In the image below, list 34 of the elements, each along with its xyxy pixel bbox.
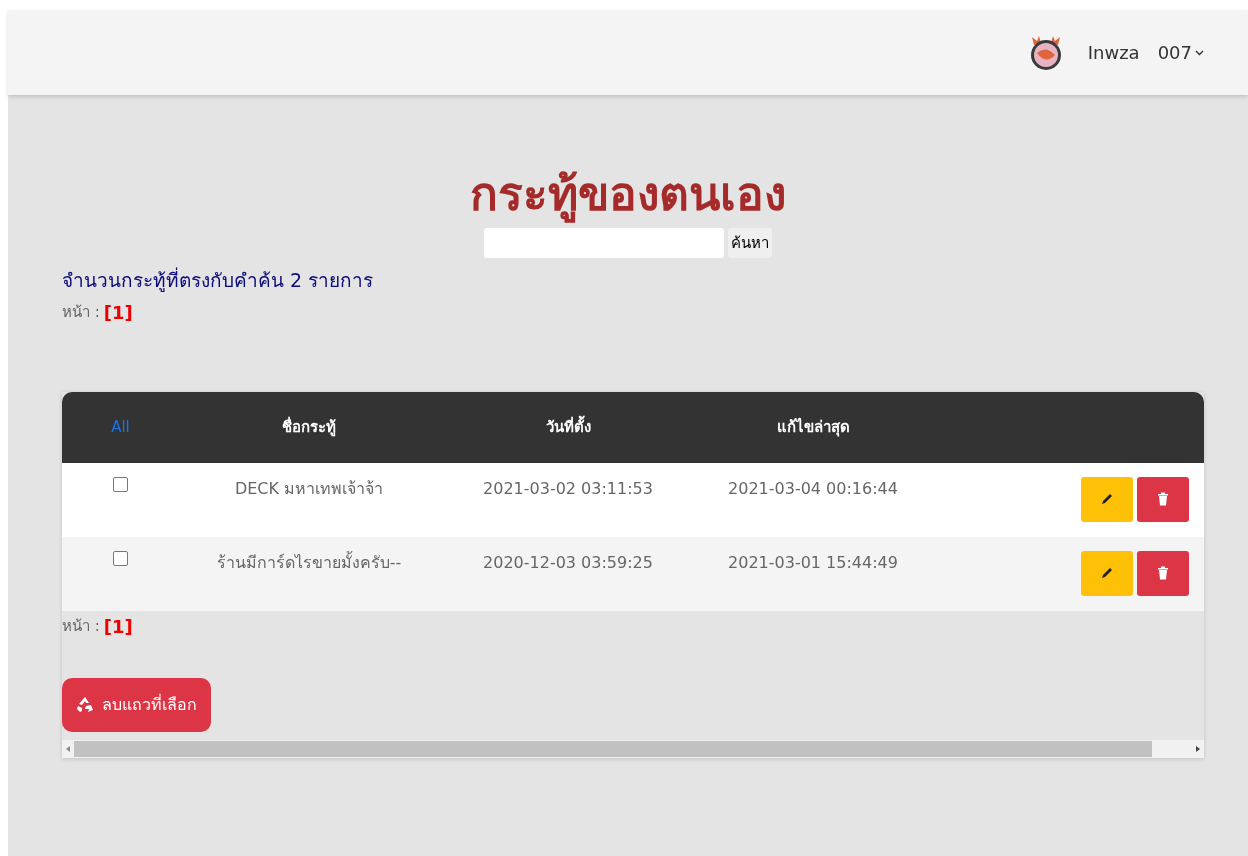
page-title: กระทู้ของตนเอง	[469, 167, 787, 223]
page-label: หน้า :	[62, 301, 100, 323]
delete-button[interactable]	[1137, 476, 1189, 522]
page-link[interactable]: [1]	[103, 298, 133, 326]
pencil-icon	[1100, 566, 1114, 581]
trash-icon	[1157, 566, 1169, 581]
search-field[interactable]	[484, 228, 724, 259]
column-header: วันที่ตั้ง	[545, 417, 591, 436]
search-button[interactable]: ค้นหา	[728, 228, 772, 259]
date-cell: 2020-12-03 03:59:25	[483, 552, 653, 572]
column-header: แก้ไขล่าสุด	[776, 417, 850, 436]
page-link[interactable]: [1]	[103, 612, 133, 640]
scrollbar-thumb[interactable]	[74, 740, 1152, 757]
select-all-link[interactable]: All	[111, 417, 130, 436]
topic-title[interactable]: ร้านมีการ์ดไรขายมั้งครับ--	[216, 552, 402, 572]
date-cell: 2021-03-01 15:44:49	[728, 552, 898, 572]
user-name: Inwza	[1087, 41, 1140, 65]
row-checkbox[interactable]	[113, 550, 128, 566]
row-checkbox[interactable]	[113, 476, 128, 492]
trash-icon	[1157, 492, 1169, 507]
user-menu[interactable]: 007	[1157, 39, 1204, 66]
column-header: ชื่อกระทู้	[282, 417, 336, 436]
scroll-left-icon[interactable]	[66, 745, 70, 752]
caret-icon	[1195, 49, 1204, 56]
page-label: หน้า :	[62, 615, 100, 637]
delete-button[interactable]	[1137, 550, 1189, 596]
date-cell: 2021-03-04 00:16:44	[728, 478, 898, 498]
date-cell: 2021-03-02 03:11:53	[483, 478, 653, 498]
recycle-icon	[76, 695, 94, 714]
result-count: จำนวนกระทู้ที่ตรงกับคำค้น 2 รายการ	[62, 266, 375, 294]
pencil-icon	[1100, 492, 1114, 507]
scroll-right-icon[interactable]	[1196, 745, 1200, 752]
delete-selected-button[interactable]: ลบแถวที่เลือก	[62, 677, 211, 732]
topic-title[interactable]: DECK มหาเทพเจ้าจ้า	[234, 478, 384, 498]
